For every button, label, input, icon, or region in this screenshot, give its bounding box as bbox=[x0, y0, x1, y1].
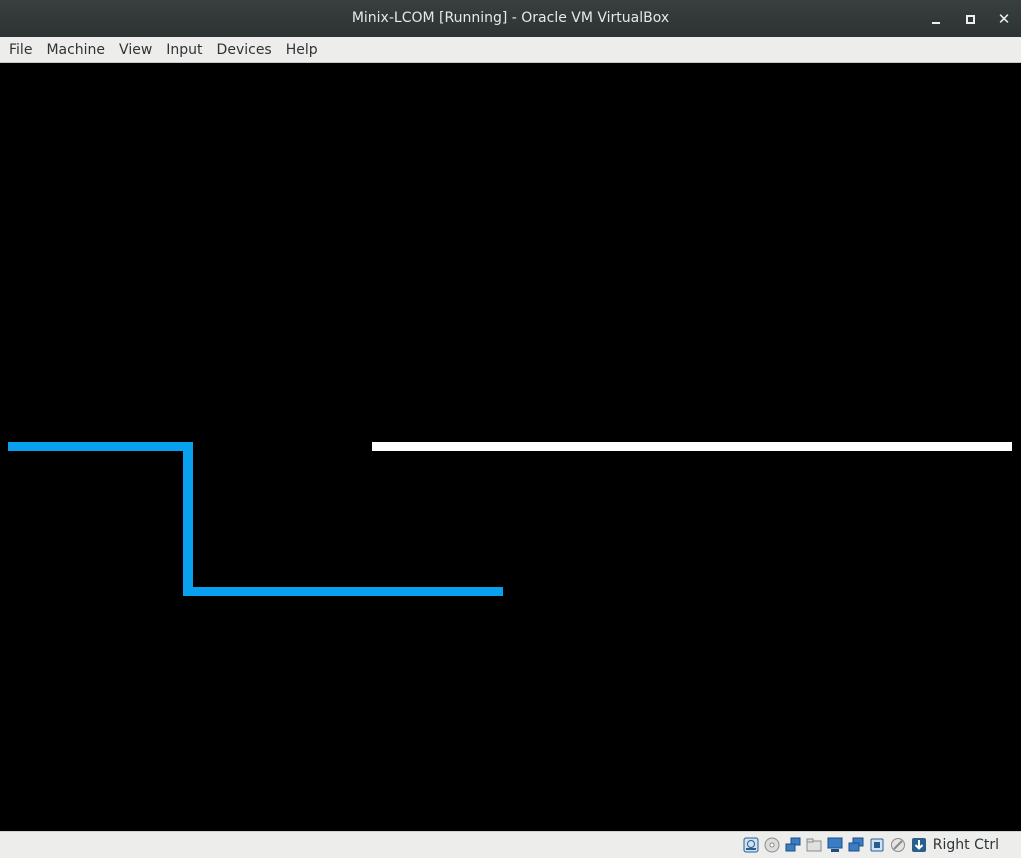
menu-view[interactable]: View bbox=[112, 37, 159, 63]
close-button[interactable]: ✕ bbox=[994, 9, 1014, 29]
menu-help[interactable]: Help bbox=[279, 37, 325, 63]
title-bar[interactable]: Minix-LCOM [Running] - Oracle VM Virtual… bbox=[0, 0, 1021, 37]
cpu-icon[interactable] bbox=[869, 837, 885, 853]
optical-drive-icon[interactable] bbox=[764, 837, 780, 853]
keyboard-capture-icon[interactable] bbox=[911, 837, 927, 853]
status-bar: Right Ctrl bbox=[0, 831, 1021, 858]
minimize-icon bbox=[932, 22, 940, 24]
vm-display[interactable] bbox=[0, 63, 1021, 831]
player-trail-segment bbox=[8, 442, 193, 451]
close-icon: ✕ bbox=[997, 10, 1011, 28]
opponent-trail-segment bbox=[372, 442, 1012, 451]
network-icon[interactable] bbox=[785, 837, 801, 853]
menu-file[interactable]: File bbox=[2, 37, 39, 63]
video-capture-icon[interactable] bbox=[848, 837, 864, 853]
menu-bar: File Machine View Input Devices Help bbox=[0, 37, 1021, 63]
shared-folders-icon[interactable] bbox=[806, 837, 822, 853]
menu-input[interactable]: Input bbox=[159, 37, 209, 63]
display-icon[interactable] bbox=[827, 837, 843, 853]
menu-machine[interactable]: Machine bbox=[39, 37, 112, 63]
hard-disk-icon[interactable] bbox=[743, 837, 759, 853]
mouse-integration-icon[interactable] bbox=[890, 837, 906, 853]
window-title: Minix-LCOM [Running] - Oracle VM Virtual… bbox=[351, 10, 670, 26]
maximize-button[interactable] bbox=[960, 9, 980, 29]
maximize-icon bbox=[965, 14, 975, 24]
player-trail-segment bbox=[183, 587, 503, 596]
player-trail-segment bbox=[183, 442, 193, 596]
host-key-label: Right Ctrl bbox=[932, 837, 999, 853]
minimize-button[interactable] bbox=[926, 9, 946, 29]
menu-devices[interactable]: Devices bbox=[210, 37, 279, 63]
